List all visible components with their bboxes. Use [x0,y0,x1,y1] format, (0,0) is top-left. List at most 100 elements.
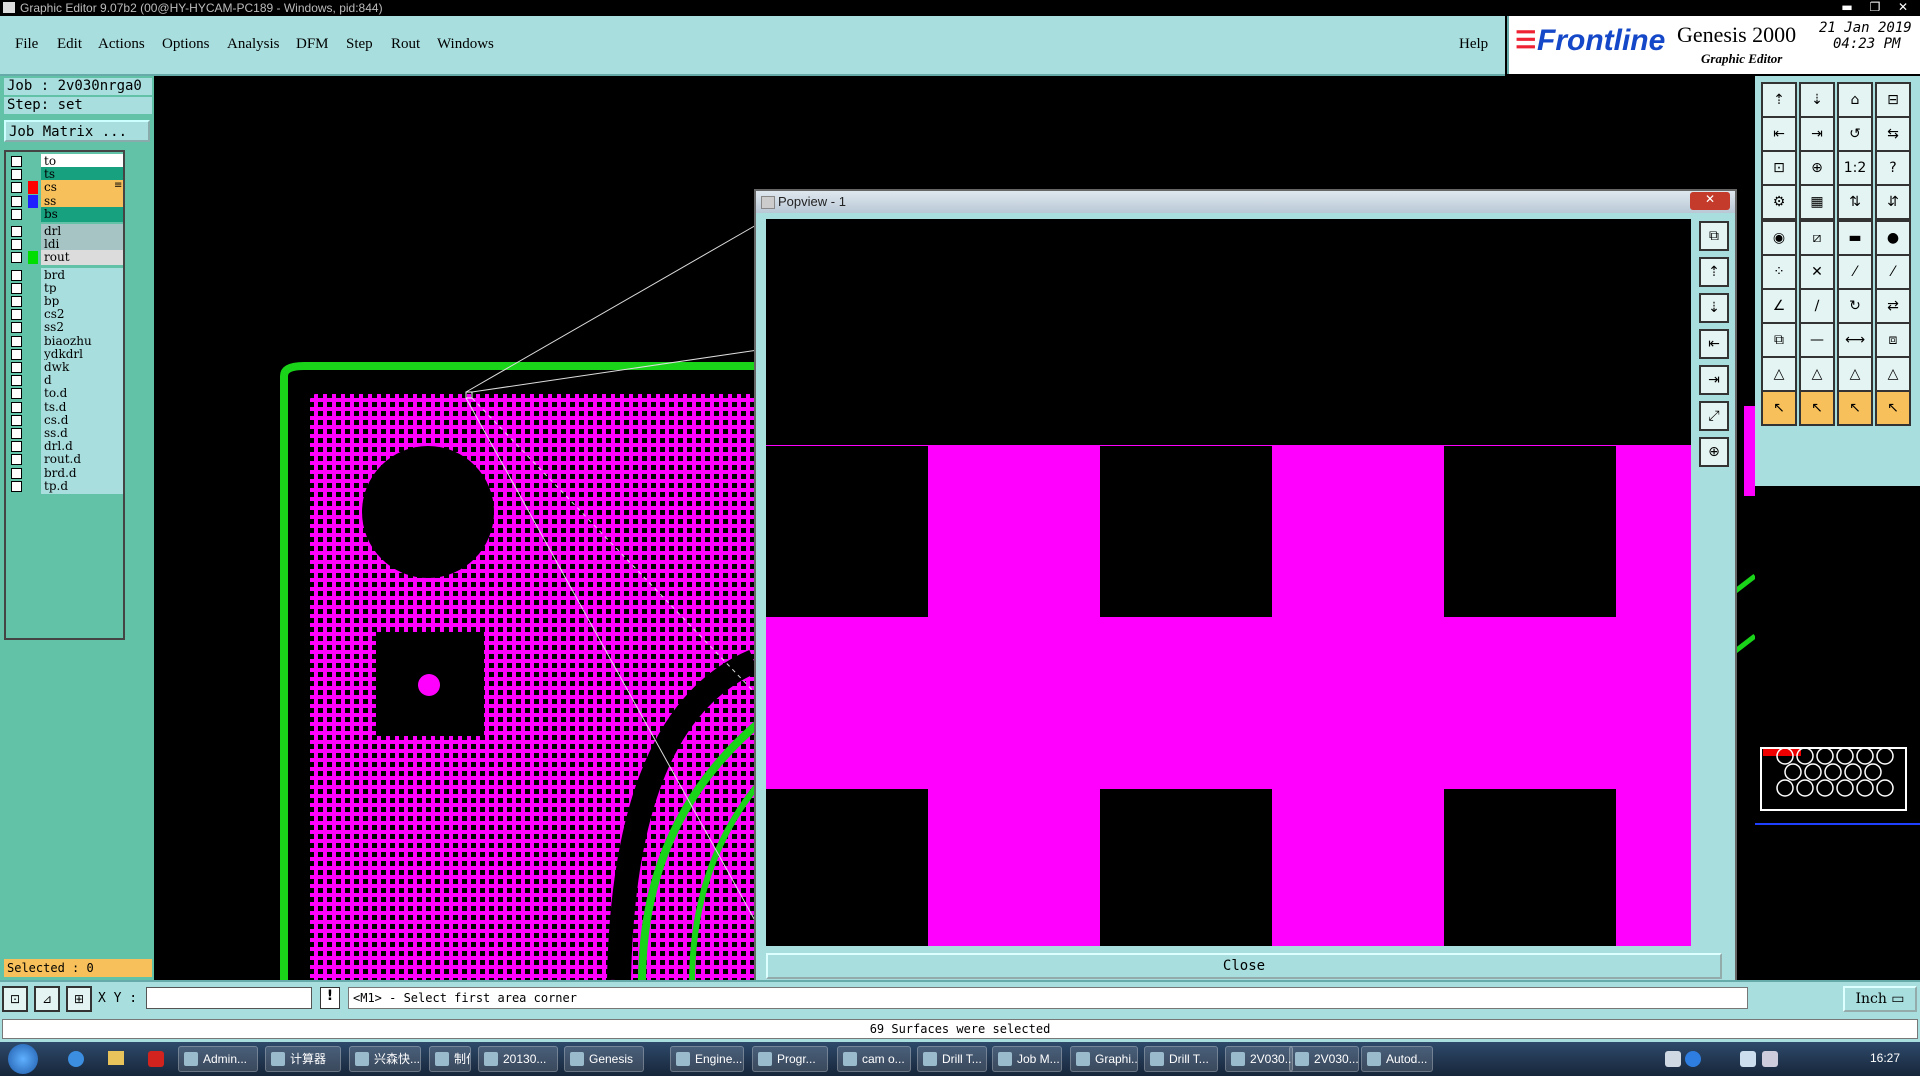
pad-icon[interactable]: ● [1875,220,1911,256]
close-icon[interactable]: ✕ [1890,0,1916,14]
slope-icon[interactable]: ∕ [1799,288,1835,324]
taskbar-item[interactable]: 2V030... [1225,1046,1293,1072]
taskbar-item[interactable]: Drill T... [917,1046,987,1072]
arrow-1-icon[interactable]: ↖ [1761,390,1797,426]
copy-red-icon[interactable]: ⧉ [1761,322,1797,358]
taskbar-item[interactable]: Admin... [178,1046,258,1072]
tri-2-icon[interactable]: △ [1799,356,1835,392]
menu-actions[interactable]: Actions [98,36,145,53]
popview-canvas[interactable] [766,219,1691,946]
start-button[interactable] [8,1044,38,1074]
open-icon[interactable]: ⇡ [1761,82,1797,118]
zigzag-icon[interactable]: ⇆ [1875,116,1911,152]
layer-checkbox[interactable] [11,441,22,453]
units-selector[interactable]: Inch ▭ [1843,986,1917,1012]
rotate-icon[interactable]: ↻ [1837,288,1873,324]
snap-orange-icon[interactable]: ⇵ [1875,184,1911,220]
taskbar-item[interactable]: 计算器 [265,1046,341,1072]
snap-red-icon[interactable]: ⇅ [1837,184,1873,220]
taskbar-item[interactable]: 制作规... [429,1046,471,1072]
taskbar-item[interactable]: Drill T... [1144,1046,1218,1072]
layer-checkbox[interactable] [11,428,22,439]
maximize-icon[interactable]: ❐ [1862,0,1888,14]
right-icon[interactable]: ⇥ [1799,116,1835,152]
taskbar-item[interactable]: 2V030... [1289,1046,1359,1072]
blocks-icon[interactable]: ⧈ [1875,322,1911,358]
popview-close-icon[interactable]: ✕ [1690,192,1730,210]
view-up-icon[interactable]: ⇡ [1699,257,1729,287]
tray-network-icon[interactable] [1740,1051,1756,1067]
view-down-icon[interactable]: ⇣ [1699,293,1729,323]
menu-options[interactable]: Options [162,36,210,53]
query-icon[interactable]: ? [1875,150,1911,186]
menu-edit[interactable]: Edit [57,36,82,53]
taskbar-item[interactable]: Job M... [992,1046,1062,1072]
taskbar-item[interactable]: Engine... [670,1046,744,1072]
menu-rout[interactable]: Rout [391,36,420,53]
netlist-icon[interactable]: ⚙ [1761,184,1797,220]
tray-volume-icon[interactable] [1762,1051,1778,1067]
home-icon[interactable]: ⌂ [1837,82,1873,118]
layer-row-tp-d[interactable]: tp.d [8,478,123,494]
xy-input[interactable] [146,987,312,1009]
layer-row-bs[interactable]: bs [8,206,123,222]
ie-icon[interactable] [68,1051,84,1067]
arrow-3-icon[interactable]: ↖ [1837,390,1873,426]
layer-checkbox[interactable] [11,208,22,220]
app-g-icon[interactable] [148,1051,164,1067]
job-matrix-button[interactable]: Job Matrix ... [4,120,150,142]
mini-map[interactable] [1755,486,1920,1016]
layer-checkbox[interactable] [11,467,22,479]
layer-checkbox[interactable] [11,269,22,281]
layer-checkbox[interactable] [11,239,22,251]
layer-checkbox[interactable] [11,348,22,360]
layer-checkbox[interactable] [11,414,22,426]
spacing-icon[interactable]: ⟷ [1837,322,1873,358]
line-red-icon[interactable]: ⁄ [1837,254,1873,290]
view-right-icon[interactable]: ⇥ [1699,365,1729,395]
layer-checkbox[interactable] [11,375,22,387]
arrow-2-icon[interactable]: ↖ [1799,390,1835,426]
tri-4-icon[interactable]: △ [1875,356,1911,392]
line-draw-icon[interactable]: ⧄ [1799,220,1835,256]
left-icon[interactable]: ⇤ [1761,116,1797,152]
minimize-icon[interactable]: ▬ [1834,0,1860,14]
view-left-icon[interactable]: ⇤ [1699,329,1729,359]
layer-checkbox[interactable] [11,182,22,194]
layer-checkbox[interactable] [11,388,22,400]
center-icon[interactable]: ⊕ [1799,150,1835,186]
arrow-4-icon[interactable]: ↖ [1875,390,1911,426]
view-fit-icon[interactable]: ⧉ [1699,221,1729,251]
layer-checkbox[interactable] [11,362,22,373]
layer-checkbox[interactable] [11,401,22,413]
node-delete-icon[interactable]: ✕ [1799,254,1835,290]
layer-checkbox[interactable] [11,195,22,207]
layer-checkbox[interactable] [11,226,22,237]
menu-windows[interactable]: Windows [437,36,494,53]
taskbar-item[interactable]: Graphi... [1070,1046,1138,1072]
taskbar-item[interactable]: 20130... [478,1046,558,1072]
tri-1-icon[interactable]: △ [1761,356,1797,392]
layer-checkbox[interactable] [11,282,22,294]
layer-checkbox[interactable] [11,322,22,334]
menu-help[interactable]: Help [1459,36,1488,53]
layer-checkbox[interactable] [11,480,22,492]
tray-keyboard-icon[interactable] [1665,1051,1681,1067]
line-red2-icon[interactable]: ⁄ [1875,254,1911,290]
layer-checkbox[interactable] [11,454,22,466]
grid-icon[interactable]: ⊞ [66,986,92,1012]
taskbar-item[interactable]: Progr... [752,1046,828,1072]
measure-icon[interactable]: ⊿ [34,986,60,1012]
scale-icon[interactable]: 1:2 [1837,150,1873,186]
layer-checkbox[interactable] [11,169,22,181]
loop-icon[interactable]: ↺ [1837,116,1873,152]
layer-checkbox[interactable] [11,296,22,307]
layer-checkbox[interactable] [11,309,22,321]
angle-red-icon[interactable]: ∠ [1761,288,1797,324]
save-icon[interactable]: ⇣ [1799,82,1835,118]
layer-checkbox[interactable] [11,156,22,167]
tray-help-icon[interactable] [1685,1051,1701,1067]
fit-icon[interactable]: ⊡ [1761,150,1797,186]
folder-icon[interactable] [108,1051,124,1065]
view-zoom-in-icon[interactable]: ⊕ [1699,437,1729,467]
